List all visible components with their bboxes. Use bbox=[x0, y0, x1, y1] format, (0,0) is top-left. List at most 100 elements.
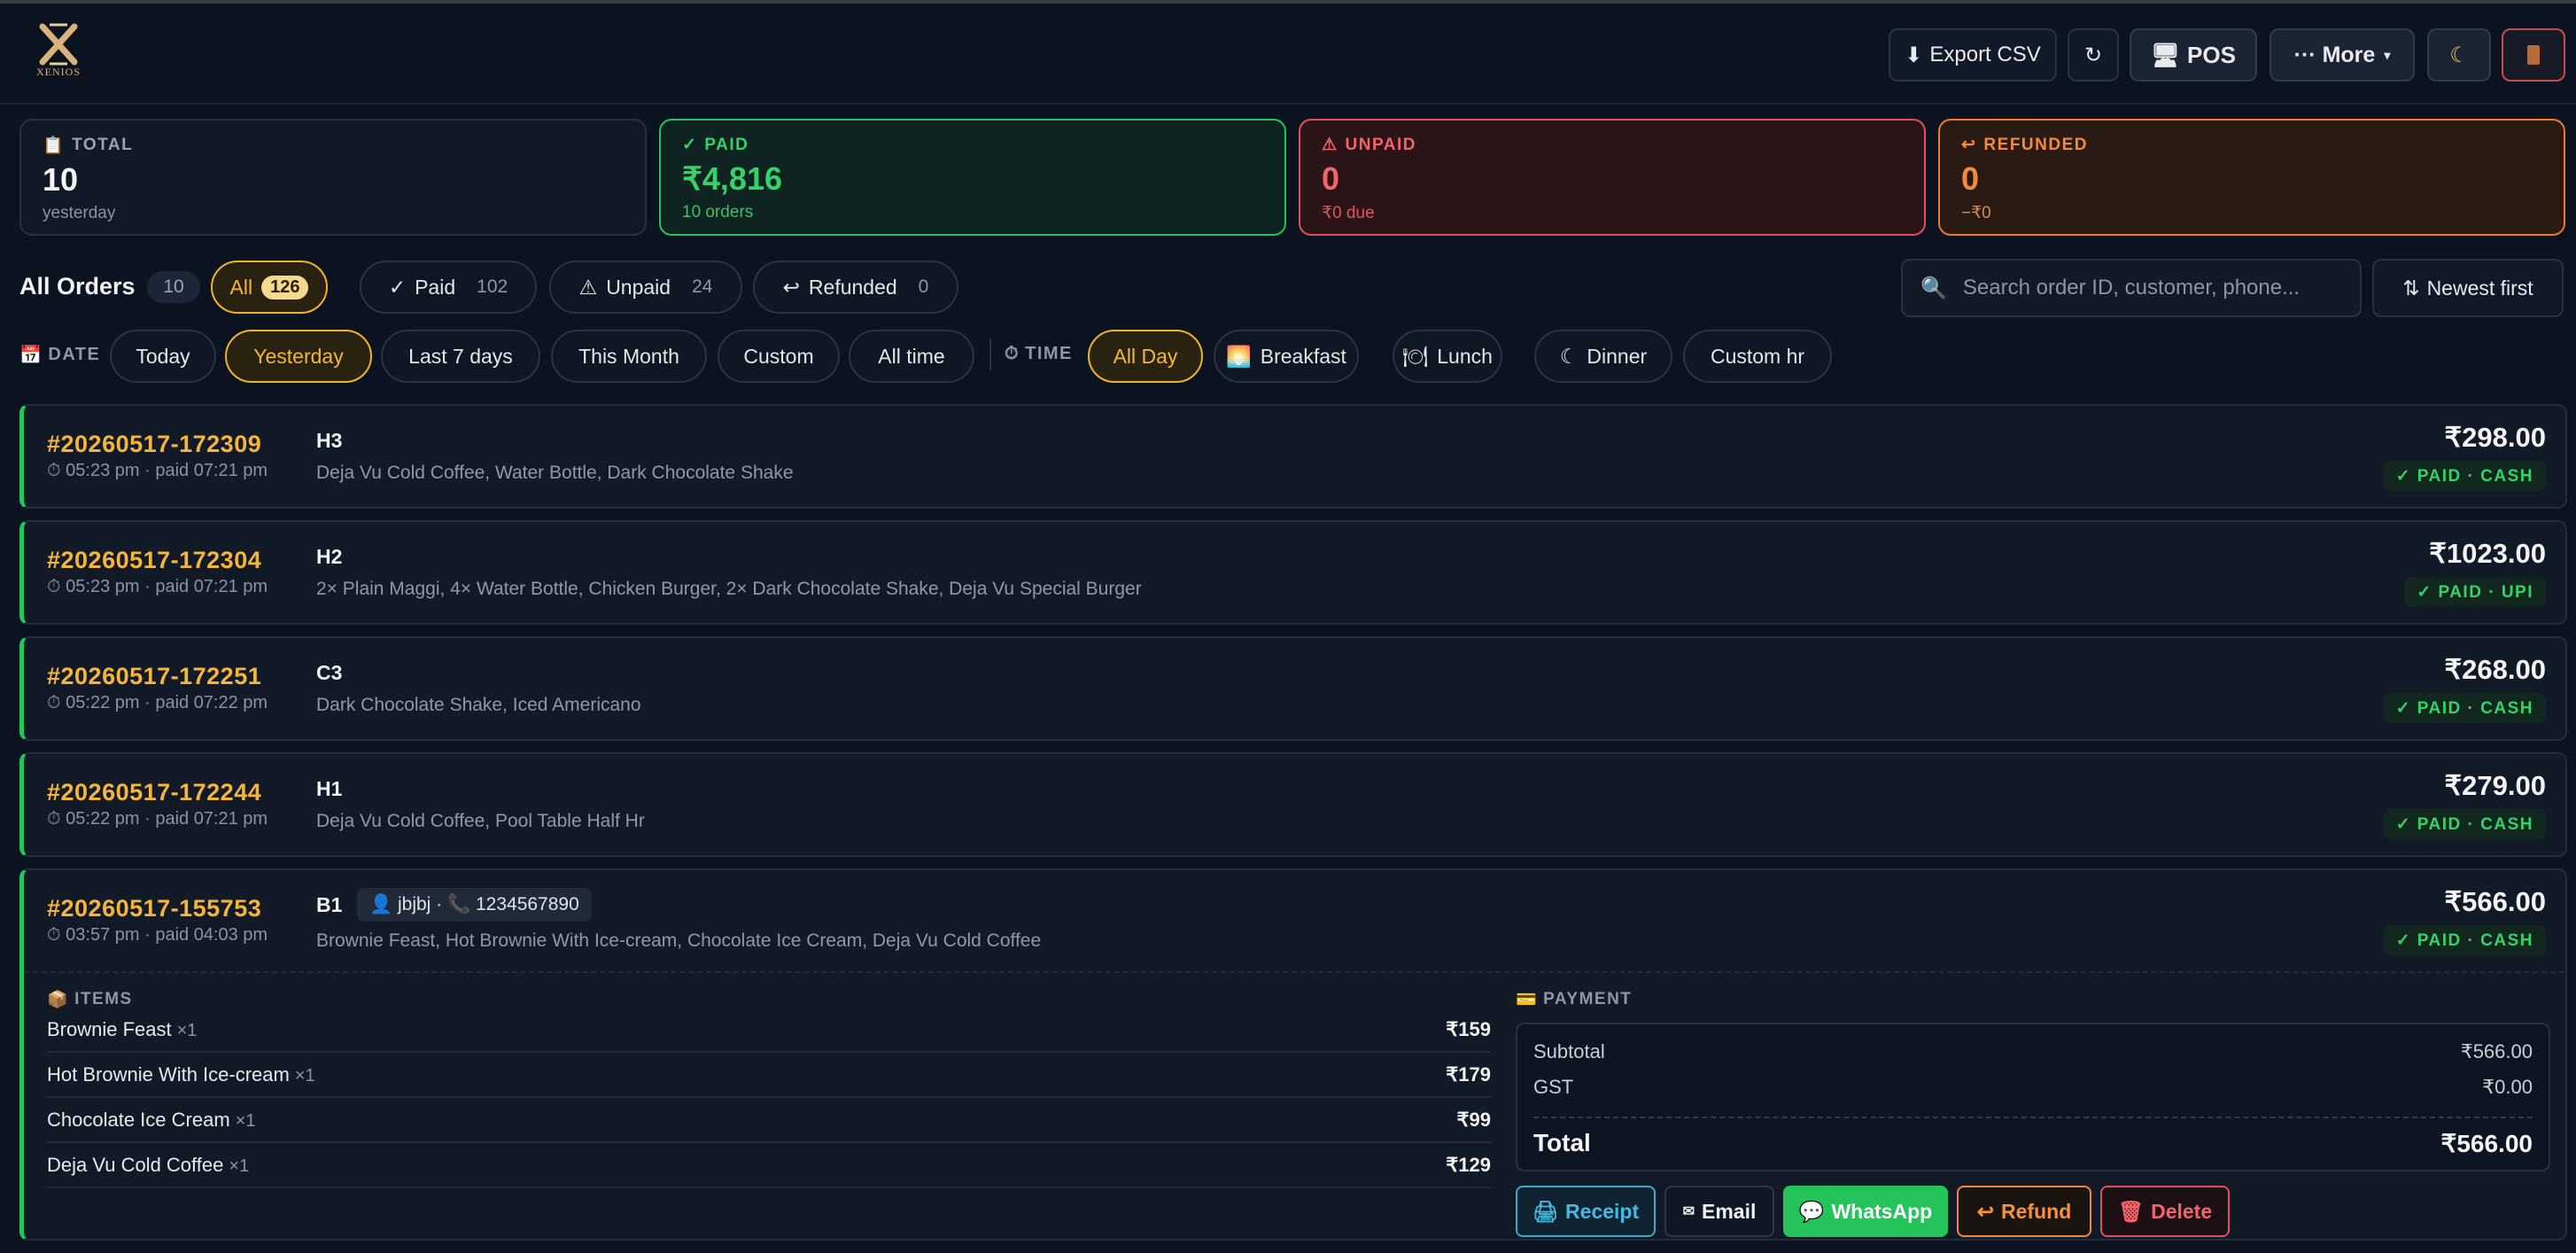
order-items: 2× Plain Maggi, 4× Water Bottle, Chicken… bbox=[316, 579, 1142, 599]
receipt-button[interactable]: 🖨 Receipt bbox=[1516, 1186, 1656, 1237]
email-button[interactable]: ✉ Email bbox=[1664, 1186, 1774, 1237]
date-filter-last-7-days[interactable]: Last 7 days bbox=[381, 330, 540, 383]
search-input[interactable]: 🔍 Search order ID, customer, phone... bbox=[1901, 259, 2362, 317]
subtotal-label: Subtotal bbox=[1533, 1040, 1605, 1062]
order-table: H3 bbox=[316, 429, 343, 452]
whatsapp-button[interactable]: 💬 WhatsApp bbox=[1783, 1186, 1948, 1237]
clock-icon: ⏱ bbox=[1005, 344, 1020, 363]
total-value: ₹566.00 bbox=[2440, 1130, 2533, 1157]
status-filter-label: Unpaid bbox=[606, 275, 671, 299]
order-table: C3 bbox=[316, 661, 343, 684]
date-filter-yesterday[interactable]: Yesterday bbox=[225, 330, 372, 383]
date-filter-today[interactable]: Today bbox=[110, 330, 216, 383]
item-qty: ×1 bbox=[176, 1021, 198, 1040]
card-icon: 💳 bbox=[1516, 991, 1539, 1009]
time-filter-breakfast[interactable]: 🌅 Breakfast bbox=[1214, 330, 1359, 383]
filter-divider bbox=[989, 339, 991, 370]
status-filter-refunded[interactable]: ↩ Refunded 0 bbox=[753, 261, 958, 314]
order-id: #20260517-172251 bbox=[47, 663, 262, 689]
monitor-icon: 🖥 bbox=[2151, 41, 2181, 68]
plate-icon: 🍽 bbox=[1402, 344, 1429, 368]
status-filter-count: 0 bbox=[918, 276, 929, 297]
item-line: Brownie Feast ×1 ₹159 bbox=[47, 1008, 1491, 1053]
time-filter-lunch[interactable]: 🍽 Lunch bbox=[1393, 330, 1502, 383]
export-csv-button[interactable]: ⬇ Export CSV bbox=[1889, 28, 2057, 82]
status-filter-label: All bbox=[229, 275, 253, 299]
sort-label: Newest first bbox=[2426, 276, 2533, 300]
item-name: Deja Vu Cold Coffee bbox=[47, 1154, 224, 1176]
stat-total-card: 📋 TOTAL 10 yesterday bbox=[19, 119, 647, 236]
payment-status-badge: ✓ PAID · CASH bbox=[2383, 461, 2546, 491]
order-table: H2 bbox=[316, 545, 343, 568]
order-row[interactable]: #20260517-172304 ⏱ 05:23 pm · paid 07:21… bbox=[19, 520, 2567, 625]
item-line: Deja Vu Cold Coffee ×1 ₹129 bbox=[47, 1144, 1491, 1188]
box-icon: 📦 bbox=[47, 991, 70, 1009]
refresh-icon: ↻ bbox=[2083, 43, 2103, 67]
order-time: ⏱ 05:23 pm · paid 07:21 pm bbox=[47, 461, 268, 480]
item-line: Chocolate Ice Cream ×1 ₹99 bbox=[47, 1099, 1491, 1143]
status-filter-count: 102 bbox=[477, 276, 508, 297]
stat-refunded-value: 0 bbox=[1961, 160, 1980, 197]
exit-button[interactable] bbox=[2502, 28, 2565, 82]
page-title: All Orders bbox=[19, 273, 136, 300]
status-filter-unpaid[interactable]: ⚠ Unpaid 24 bbox=[549, 261, 742, 314]
item-price: ₹99 bbox=[1456, 1109, 1491, 1131]
order-time: ⏱ 05:23 pm · paid 07:21 pm bbox=[47, 577, 268, 596]
order-table: B1 bbox=[316, 893, 343, 916]
item-price: ₹129 bbox=[1446, 1154, 1491, 1176]
check-icon: ✓ bbox=[682, 136, 698, 154]
date-filter-all-time[interactable]: All time bbox=[849, 330, 974, 383]
sort-button[interactable]: ⇅ Newest first bbox=[2372, 259, 2564, 317]
warning-icon: ⚠ bbox=[1322, 136, 1338, 154]
date-filter-this-month[interactable]: This Month bbox=[551, 330, 707, 383]
order-row-expanded[interactable]: #20260517-155753 ⏱ 03:57 pm · paid 04:03… bbox=[19, 868, 2567, 1241]
item-qty: ×1 bbox=[294, 1066, 315, 1086]
pos-label: POS bbox=[2187, 41, 2236, 68]
payment-divider bbox=[1533, 1117, 2533, 1118]
status-filter-all[interactable]: All 126 bbox=[211, 261, 328, 314]
delete-button[interactable]: 🗑 Delete bbox=[2100, 1186, 2230, 1237]
stat-total-sub: yesterday bbox=[43, 204, 116, 222]
item-qty: ×1 bbox=[235, 1111, 256, 1131]
status-filter-paid[interactable]: ✓ Paid 102 bbox=[360, 261, 537, 314]
order-row[interactable]: #20260517-172244 ⏱ 05:22 pm · paid 07:21… bbox=[19, 752, 2567, 857]
time-filter-custom-hr[interactable]: Custom hr bbox=[1683, 330, 1832, 383]
brand-logo[interactable]: XENIOS bbox=[30, 21, 87, 83]
date-filter-custom[interactable]: Custom bbox=[718, 330, 840, 383]
stat-unpaid-label: UNPAID bbox=[1345, 135, 1416, 154]
check-icon: ✓ bbox=[388, 275, 407, 299]
item-price: ₹179 bbox=[1446, 1063, 1491, 1086]
refresh-button[interactable]: ↻ bbox=[2068, 28, 2119, 82]
order-row[interactable]: #20260517-172251 ⏱ 05:22 pm · paid 07:22… bbox=[19, 636, 2567, 741]
theme-toggle-button[interactable]: ☾ bbox=[2427, 28, 2491, 82]
moon-icon: ☾ bbox=[2449, 43, 2469, 67]
order-time: ⏱ 05:22 pm · paid 07:22 pm bbox=[47, 693, 268, 712]
order-row[interactable]: #20260517-172309 ⏱ 05:23 pm · paid 07:21… bbox=[19, 404, 2567, 509]
payment-status-badge: ✓ PAID · UPI bbox=[2404, 577, 2546, 607]
time-filter-all-day[interactable]: All Day bbox=[1088, 330, 1203, 383]
date-section-label: 📅 DATE bbox=[19, 345, 101, 365]
order-amount: ₹566.00 bbox=[2444, 886, 2546, 917]
clipboard-icon: 📋 bbox=[43, 136, 66, 155]
logo-text: XENIOS bbox=[36, 66, 81, 78]
time-section-label: ⏱ TIME bbox=[1005, 344, 1073, 363]
order-id: #20260517-172304 bbox=[47, 547, 262, 573]
status-filter-count: 126 bbox=[261, 275, 309, 300]
stat-total-value: 10 bbox=[43, 161, 79, 198]
more-label: ··· More bbox=[2293, 42, 2376, 67]
stat-paid-label: PAID bbox=[704, 135, 749, 154]
order-amount: ₹1023.00 bbox=[2429, 538, 2546, 569]
order-time: ⏱ 05:22 pm · paid 07:21 pm bbox=[47, 809, 268, 829]
gst-label: GST bbox=[1533, 1076, 1574, 1098]
time-filter-dinner[interactable]: ☾ Dinner bbox=[1534, 330, 1672, 383]
refund-button[interactable]: ↩ Refund bbox=[1957, 1186, 2091, 1237]
order-table: H1 bbox=[316, 777, 343, 800]
total-label: Total bbox=[1533, 1129, 1591, 1156]
payment-section-label: 💳 PAYMENT bbox=[1516, 990, 1633, 1009]
chevron-down-icon: ▾ bbox=[2384, 47, 2391, 62]
return-icon: ↩ bbox=[782, 275, 800, 299]
payment-status-badge: ✓ PAID · CASH bbox=[2383, 925, 2546, 955]
door-icon bbox=[2527, 45, 2540, 65]
pos-button[interactable]: 🖥 POS bbox=[2130, 28, 2257, 82]
more-menu-button[interactable]: ··· More ▾ bbox=[2270, 28, 2415, 82]
